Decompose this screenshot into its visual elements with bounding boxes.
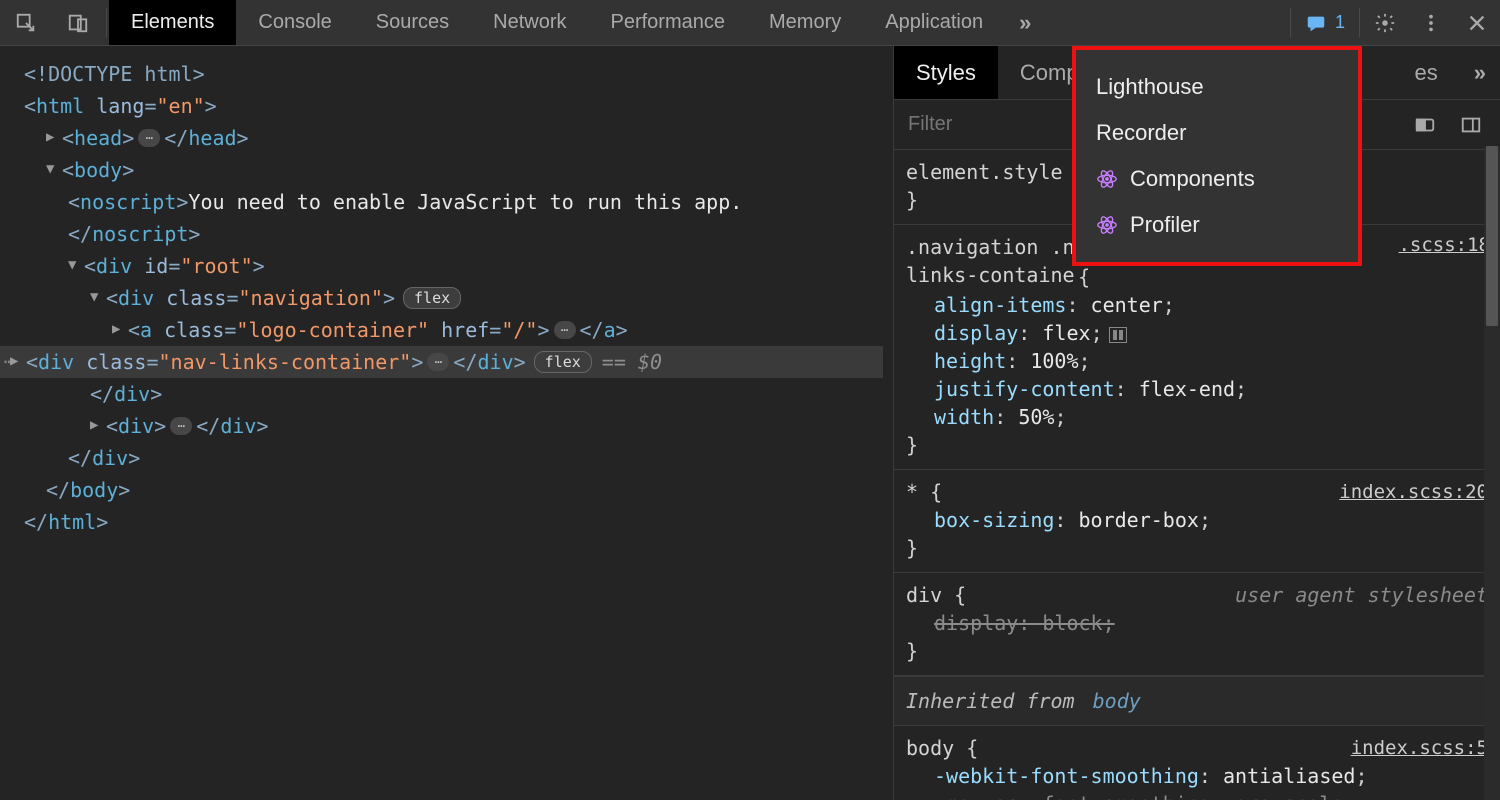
popup-item-profiler[interactable]: Profiler: [1086, 202, 1348, 248]
dom-head[interactable]: <head> ⋯ </head>: [10, 122, 883, 154]
ellipsis-icon[interactable]: ⋯: [427, 353, 449, 371]
popup-item-recorder[interactable]: Recorder: [1086, 110, 1348, 156]
tab-sources[interactable]: Sources: [354, 0, 471, 45]
selector-text: *: [906, 480, 918, 504]
declaration[interactable]: display: flex;: [906, 319, 1488, 347]
popup-item-components[interactable]: Components: [1086, 156, 1348, 202]
device-toggle-icon[interactable]: [52, 0, 104, 45]
settings-icon[interactable]: [1362, 0, 1408, 45]
selector-text: body: [906, 736, 954, 760]
tab-styles[interactable]: Styles: [894, 46, 998, 99]
dom-div-close[interactable]: </div>: [10, 378, 883, 410]
dom-div-navlinks-selected[interactable]: ⋯ <div class="nav-links-container"> ⋯ </…: [0, 346, 883, 378]
expand-caret-icon[interactable]: [10, 345, 24, 377]
source-link[interactable]: index.scss:5: [1351, 734, 1488, 762]
tab-memory[interactable]: Memory: [747, 0, 863, 45]
tab-event-listeners-partial[interactable]: es: [1393, 46, 1460, 99]
dom-div-close[interactable]: </div>: [10, 442, 883, 474]
toolbar-divider: [106, 8, 107, 37]
flexbox-editor-icon[interactable]: [1109, 327, 1127, 343]
declaration[interactable]: height: 100%;: [906, 347, 1488, 375]
dom-div-navigation[interactable]: <div class="navigation"> flex: [10, 282, 883, 314]
issues-button[interactable]: 1: [1293, 0, 1357, 45]
dom-tree-panel[interactable]: <!DOCTYPE html> <html lang="en"> <head> …: [0, 46, 893, 800]
dom-html-close[interactable]: </html>: [10, 506, 883, 538]
kebab-menu-icon[interactable]: [1408, 0, 1454, 45]
ellipsis-icon[interactable]: ⋯: [138, 129, 160, 147]
dom-a-logo[interactable]: <a class="logo-container" href="/"> ⋯ </…: [10, 314, 883, 346]
expand-caret-icon[interactable]: [112, 313, 126, 345]
rule-div-ua[interactable]: div { user agent stylesheet display: blo…: [894, 573, 1500, 676]
declaration[interactable]: align-items: center;: [906, 291, 1488, 319]
rule-body[interactable]: body { index.scss:5 -webkit-font-smoothi…: [894, 726, 1500, 800]
selector-text: element.style: [906, 160, 1063, 184]
rule-star[interactable]: * { index.scss:20 box-sizing: border-box…: [894, 470, 1500, 573]
dom-html-open[interactable]: <html lang="en">: [10, 90, 883, 122]
flex-badge[interactable]: flex: [403, 287, 461, 309]
toolbar-divider: [1359, 8, 1360, 37]
ellipsis-icon[interactable]: ⋯: [170, 417, 192, 435]
user-agent-note: user agent stylesheet: [1235, 581, 1488, 609]
ellipsis-icon[interactable]: ⋯: [554, 321, 576, 339]
inherited-from-link[interactable]: body: [1093, 689, 1141, 713]
scrollbar-thumb[interactable]: [1486, 146, 1498, 326]
dom-body-open[interactable]: <body>: [10, 154, 883, 186]
tab-performance[interactable]: Performance: [589, 0, 748, 45]
toolbar-divider: [1290, 8, 1291, 37]
dom-doctype[interactable]: <!DOCTYPE html>: [10, 58, 883, 90]
expand-caret-icon[interactable]: [90, 409, 104, 441]
tabs-overflow-popup: Lighthouse Recorder Components Profiler: [1072, 46, 1362, 266]
popup-item-lighthouse[interactable]: Lighthouse: [1086, 64, 1348, 110]
toggle-classes-icon[interactable]: [1402, 100, 1448, 150]
inherited-separator: Inherited from body: [894, 676, 1500, 726]
collapse-caret-icon[interactable]: [46, 153, 60, 185]
declaration[interactable]: -webkit-font-smoothing: antialiased;: [906, 762, 1488, 790]
tabs-overflow-icon[interactable]: »: [1005, 0, 1045, 45]
dom-noscript-close[interactable]: </noscript>: [10, 218, 883, 250]
collapse-caret-icon[interactable]: [90, 281, 104, 313]
selector-text: .navigation .n: [906, 235, 1075, 259]
issues-count: 1: [1335, 12, 1345, 33]
dom-div-root[interactable]: <div id="root">: [10, 250, 883, 282]
declaration[interactable]: width: 50%;: [906, 403, 1488, 431]
source-link[interactable]: .scss:18: [1398, 231, 1490, 259]
react-icon: [1096, 168, 1118, 190]
declaration-overridden[interactable]: display: block;: [906, 609, 1488, 637]
react-icon: [1096, 214, 1118, 236]
declaration[interactable]: box-sizing: border-box;: [906, 506, 1488, 534]
toolbar-right: 1: [1288, 0, 1500, 45]
styles-tabs-overflow-icon[interactable]: »: [1460, 46, 1500, 99]
source-link[interactable]: index.scss:20: [1339, 478, 1488, 506]
toggle-sidebar-icon[interactable]: [1448, 100, 1494, 150]
declaration-overridden[interactable]: -moz-osx-font-smoothing: grayscale;: [906, 790, 1488, 800]
tab-elements[interactable]: Elements: [109, 0, 236, 45]
console-reference: == $0: [602, 346, 662, 378]
expand-caret-icon[interactable]: [46, 121, 60, 153]
main-tabs: Elements Console Sources Network Perform…: [109, 0, 1005, 45]
scrollbar[interactable]: [1484, 146, 1500, 800]
close-icon[interactable]: [1454, 0, 1500, 45]
collapse-caret-icon[interactable]: [68, 249, 82, 281]
dom-div-anon[interactable]: <div> ⋯ </div>: [10, 410, 883, 442]
inspect-element-icon[interactable]: [0, 0, 52, 45]
selector-text: div: [906, 583, 942, 607]
tab-console[interactable]: Console: [236, 0, 353, 45]
dom-noscript-open[interactable]: <noscript>You need to enable JavaScript …: [10, 186, 883, 218]
tab-network[interactable]: Network: [471, 0, 588, 45]
tab-application[interactable]: Application: [863, 0, 1005, 45]
main-toolbar: Elements Console Sources Network Perform…: [0, 0, 1500, 46]
dom-body-close[interactable]: </body>: [10, 474, 883, 506]
flex-badge[interactable]: flex: [534, 351, 592, 373]
declaration[interactable]: justify-content: flex-end;: [906, 375, 1488, 403]
